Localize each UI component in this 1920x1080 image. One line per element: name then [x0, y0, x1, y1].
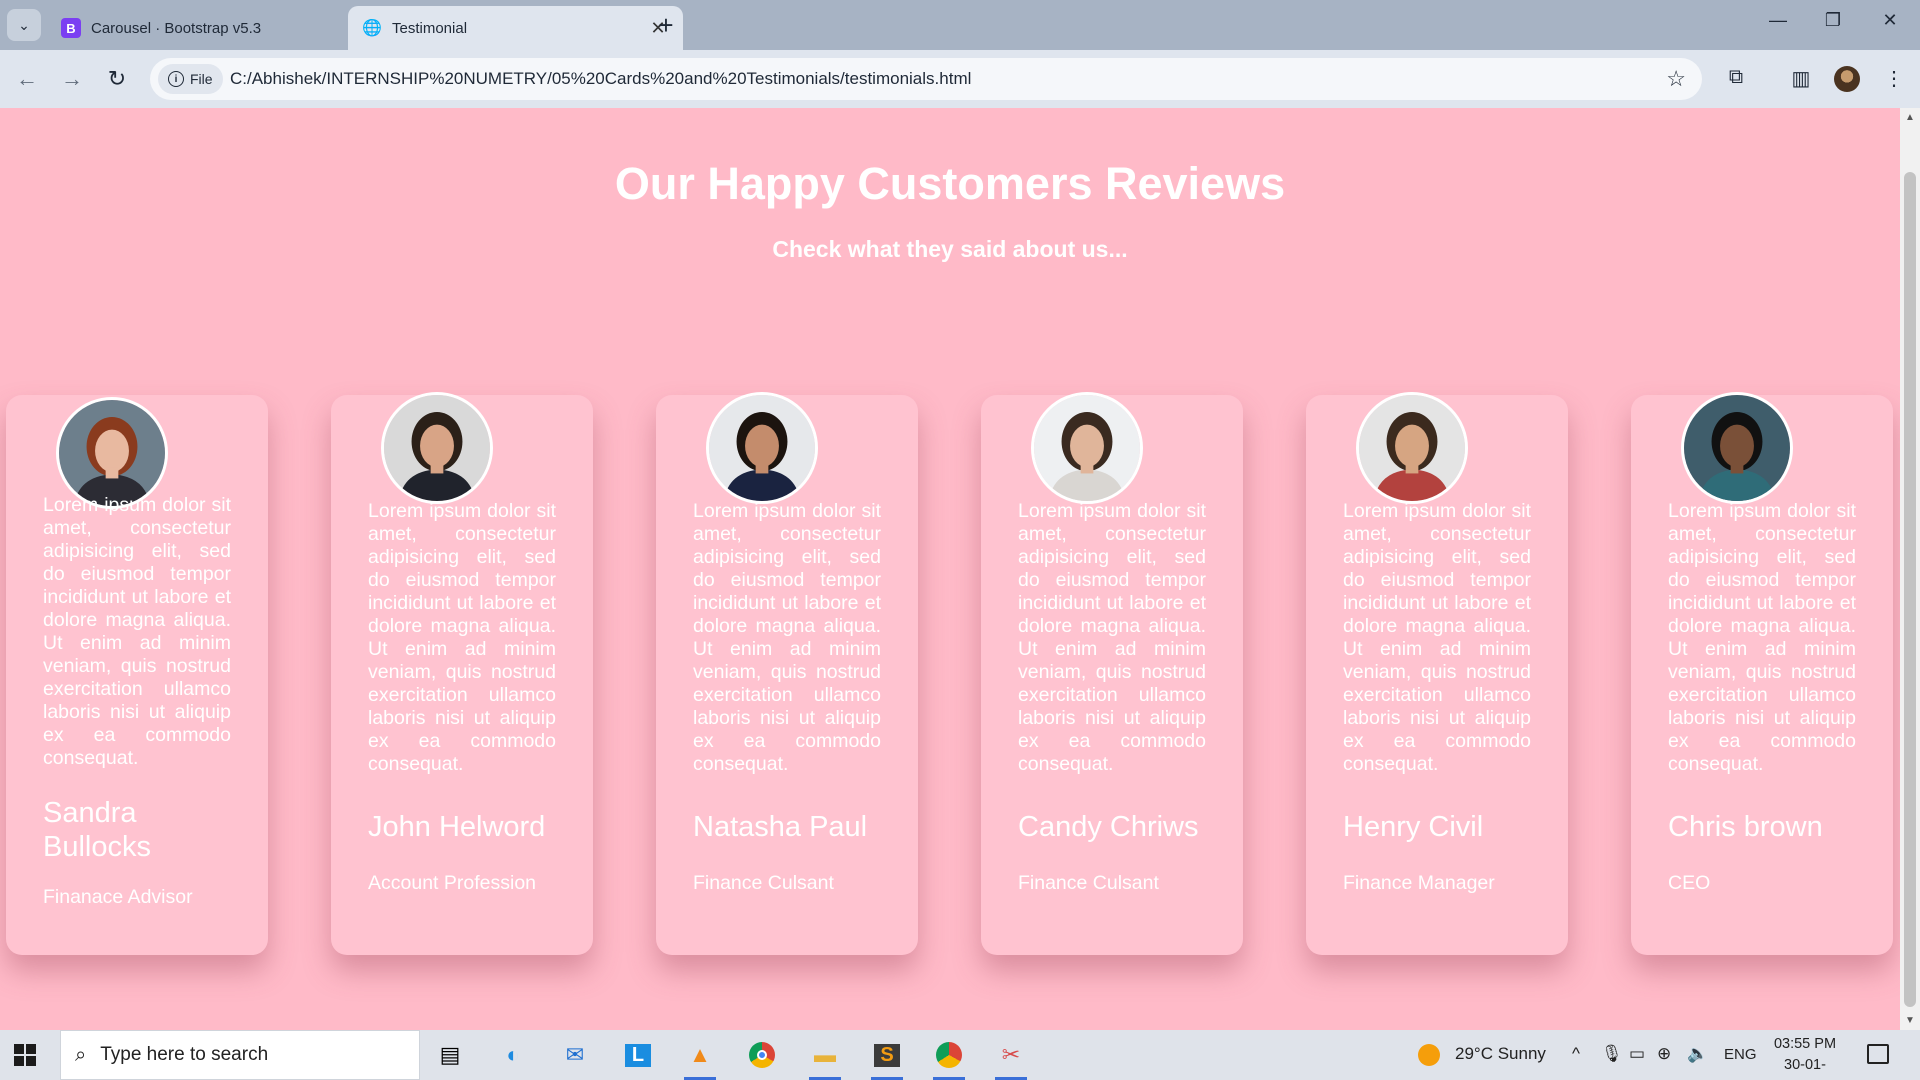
customer-role: Finance Culsant — [693, 872, 834, 894]
browser-toolbar: ← → ↻ i File C:/Abhishek/INTERNSHIP%20NU… — [0, 50, 1920, 108]
customer-photo — [381, 392, 493, 504]
network-globe-icon[interactable]: ⊕ — [1657, 1044, 1671, 1064]
windows-start-icon[interactable] — [14, 1044, 36, 1066]
info-icon: i — [168, 71, 184, 87]
customer-photo — [1681, 392, 1793, 504]
testimonial-text: Lorem ipsum dolor sit amet, consectetur … — [693, 500, 881, 775]
forward-icon[interactable]: → — [57, 64, 87, 94]
testimonial-card: Lorem ipsum dolor sit amet, consectetur … — [1306, 392, 1568, 955]
address-bar[interactable]: i File C:/Abhishek/INTERNSHIP%20NUMETRY/… — [150, 58, 1702, 100]
testimonial-card: Lorem ipsum dolor sit amet, consectetur … — [981, 392, 1243, 955]
testimonial-card: Lorem ipsum dolor sit amet, consectetur … — [656, 392, 918, 955]
clock-time: 03:55 PM — [1773, 1036, 1837, 1052]
microphone-icon[interactable]: 🎙 — [1601, 1044, 1623, 1064]
chevron-up-icon[interactable]: ^ — [1572, 1044, 1580, 1064]
page-heading: Our Happy Customers Reviews — [614, 158, 1286, 209]
customer-role: Account Profession — [368, 872, 537, 894]
customer-name: Chris brown — [1668, 811, 1823, 843]
customer-role: Finance Manager — [1343, 872, 1495, 894]
vertical-scrollbar[interactable]: ▲ ▼ — [1900, 108, 1920, 1030]
chrome-icon[interactable] — [742, 1038, 782, 1072]
extensions-icon[interactable]: ⧉ — [1722, 66, 1750, 89]
scroll-down-icon[interactable]: ▼ — [1900, 1015, 1920, 1026]
language-indicator[interactable]: ENG — [1724, 1046, 1757, 1063]
display-icon[interactable]: ▭ — [1629, 1044, 1645, 1064]
testimonial-text: Lorem ipsum dolor sit amet, consectetur … — [1343, 500, 1531, 775]
tab-title: Testimonial — [392, 19, 468, 37]
vlc-icon[interactable]: ▲ — [680, 1038, 720, 1080]
scroll-thumb[interactable] — [1904, 172, 1916, 1007]
customer-name: Sandra Bullocks — [43, 797, 151, 863]
testimonial-card: Lorem ipsum dolor sit amet, consectetur … — [331, 392, 593, 955]
tab-title: Carousel · Bootstrap v5.3 — [91, 19, 262, 37]
file-label: File — [190, 71, 213, 87]
reload-icon[interactable]: ↻ — [102, 64, 132, 94]
search-icon: ⌕ — [75, 1043, 87, 1066]
tab-carousel[interactable]: B Carousel · Bootstrap v5.3 ✕ — [47, 6, 382, 50]
clock[interactable]: 03:55 PM 30-01-2024 — [1768, 1034, 1842, 1080]
scroll-up-icon[interactable]: ▲ — [1900, 112, 1920, 123]
taskbar-search-box[interactable]: ⌕ Type here to search — [60, 1030, 420, 1080]
globe-icon: 🌐 — [362, 20, 382, 37]
customer-name: Candy Chriws — [1018, 811, 1199, 843]
tab-testimonial[interactable]: 🌐 Testimonial ✕ — [348, 6, 683, 50]
new-tab-button[interactable]: + — [651, 10, 681, 40]
edge-icon[interactable]: ◐ — [493, 1038, 533, 1072]
profile-avatar[interactable] — [1834, 66, 1860, 92]
testimonial-text: Lorem ipsum dolor sit amet, consectetur … — [368, 500, 556, 775]
weather-icon[interactable] — [1418, 1044, 1440, 1066]
minimize-icon[interactable]: — — [1758, 10, 1798, 31]
close-window-icon[interactable]: ✕ — [1870, 10, 1910, 31]
customer-name: Henry Civil — [1343, 811, 1484, 843]
bootstrap-icon: B — [61, 18, 81, 38]
testimonial-card: Lorem ipsum dolor sit amet, consectetur … — [1631, 392, 1893, 955]
testimonial-text: Lorem ipsum dolor sit amet, consectetur … — [1018, 500, 1206, 775]
customer-role: CEO — [1668, 872, 1711, 894]
mail-icon[interactable]: ✉ — [555, 1038, 595, 1072]
page-content: Our Happy Customers Reviews Check what t… — [0, 108, 1900, 1030]
testimonial-text: Lorem ipsum dolor sit amet, consectetur … — [43, 494, 231, 769]
file-explorer-icon[interactable]: ▬ — [805, 1038, 845, 1080]
snipping-tool-icon[interactable]: ✂ — [991, 1038, 1031, 1080]
page-subheading: Check what they said about us... — [772, 236, 1128, 262]
customer-name: John Helword — [368, 811, 546, 843]
site-info-chip[interactable]: i File — [158, 64, 223, 94]
customer-photo — [1356, 392, 1468, 504]
side-panel-icon[interactable]: ▥ — [1787, 66, 1815, 91]
l-app-icon[interactable]: L — [618, 1038, 658, 1072]
restore-icon[interactable]: ❐ — [1813, 10, 1853, 31]
chrome-profile-icon[interactable] — [929, 1038, 969, 1080]
volume-icon[interactable]: 🔈 — [1687, 1044, 1708, 1064]
menu-icon[interactable]: ⋮ — [1880, 66, 1908, 91]
url-text[interactable]: C:/Abhishek/INTERNSHIP%20NUMETRY/05%20Ca… — [230, 69, 971, 89]
task-view-icon[interactable]: ▤ — [430, 1038, 470, 1072]
testimonial-text: Lorem ipsum dolor sit amet, consectetur … — [1668, 500, 1856, 775]
customer-photo — [1031, 392, 1143, 504]
windows-taskbar: ⌕ Type here to search ▤ ◐ ✉ L ▲ ▬ S ✂ 29… — [0, 1030, 1920, 1080]
tab-bar: ⌄ B Carousel · Bootstrap v5.3 ✕ 🌐 Testim… — [0, 0, 1920, 50]
clock-date: 30-01-2024 — [1784, 1057, 1826, 1080]
customer-role: Finance Culsant — [1018, 872, 1159, 894]
search-placeholder: Type here to search — [100, 1044, 269, 1065]
customer-name: Natasha Paul — [693, 811, 868, 843]
customer-photo — [56, 397, 168, 509]
bookmark-star-icon[interactable]: ☆ — [1666, 66, 1686, 92]
back-icon[interactable]: ← — [12, 64, 42, 94]
sublime-text-icon[interactable]: S — [867, 1038, 907, 1080]
notification-icon[interactable] — [1867, 1044, 1889, 1064]
testimonial-card: Lorem ipsum dolor sit amet, consectetur … — [6, 395, 268, 955]
tab-search-button[interactable]: ⌄ — [7, 9, 41, 41]
customer-role: Finanace Advisor — [43, 886, 193, 908]
weather-text[interactable]: 29°C Sunny — [1455, 1044, 1546, 1064]
customer-photo — [706, 392, 818, 504]
